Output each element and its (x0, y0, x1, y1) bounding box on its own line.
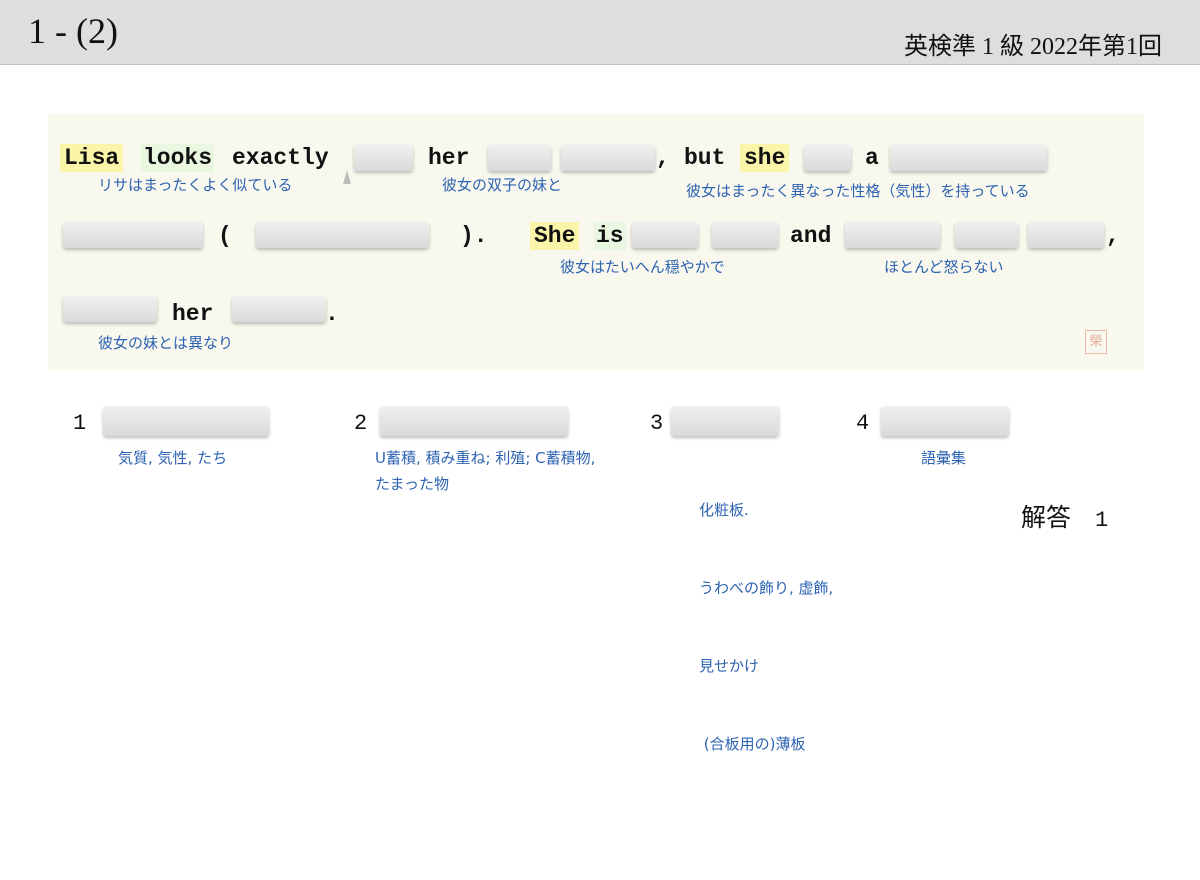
answer-blank[interactable] (232, 296, 326, 322)
answer-blank[interactable] (845, 222, 940, 248)
answer-display: 解答 1 (1021, 498, 1108, 534)
punct-paren-open: ( (218, 223, 232, 249)
option-4-blank[interactable] (881, 406, 1009, 436)
answer-blank[interactable] (63, 296, 157, 322)
word-but: but (684, 145, 726, 171)
gloss-text: 彼女はたいへん穏やかで (560, 258, 725, 276)
gloss-line: 見せかけ (699, 657, 760, 675)
word-her: her (172, 301, 214, 327)
word-looks: looks (141, 144, 215, 172)
punct-period: . (325, 301, 339, 327)
caret-marker (343, 170, 351, 184)
gloss-text: ほとんど怒らない (884, 258, 1004, 276)
gloss-line: U蓄積, 積み重ね; 利殖; C蓄積物, (375, 449, 596, 467)
gloss-line: 語彙集 (921, 449, 967, 467)
option-3-blank[interactable] (671, 406, 779, 436)
answer-blank[interactable] (488, 145, 551, 171)
gloss-line: うわべの飾り, 虚飾, (699, 579, 834, 597)
gloss-line: 気質, 気性, たち (118, 449, 228, 467)
word-her: her (428, 145, 470, 171)
answer-blank[interactable] (890, 145, 1047, 171)
punct-comma: , (656, 145, 670, 171)
option-4-gloss: 語彙集 (921, 445, 966, 471)
word-and: and (790, 223, 832, 249)
word-lisa: Lisa (60, 144, 124, 172)
answer-value: 1 (1095, 508, 1109, 533)
header-bar: 1 - (2) 英検準 1 級 2022年第1回 (0, 0, 1200, 65)
word-is: is (594, 222, 626, 250)
word-exactly: exactly (232, 145, 329, 171)
answer-blank[interactable] (632, 222, 698, 248)
gloss-line: 化粧板. (699, 501, 749, 519)
answer-blank[interactable] (712, 222, 778, 248)
option-number: 4 (856, 411, 870, 436)
punct-comma: , (1106, 223, 1120, 249)
answer-blank[interactable] (256, 222, 429, 248)
punct-paren-close: ). (460, 223, 488, 249)
word-she: She (530, 222, 580, 250)
answer-label: 解答 (1021, 503, 1072, 532)
option-number: 1 (73, 411, 87, 436)
answer-blank[interactable] (804, 145, 851, 171)
gloss-line: (合板用の)薄板 (699, 735, 806, 753)
option-1-blank[interactable] (103, 406, 269, 436)
gloss-text: 彼女の双子の妹と (442, 176, 563, 194)
word-she: she (740, 144, 790, 172)
option-2-blank[interactable] (380, 406, 568, 436)
exam-label: 英検準 1 級 2022年第1回 (904, 34, 1162, 60)
option-number: 3 (650, 411, 664, 436)
word-a: a (865, 145, 879, 171)
answer-blank[interactable] (354, 145, 413, 171)
option-3-gloss: 化粧板. うわべの飾り, 虚飾, 見せかけ (合板用の)薄板 (699, 445, 833, 809)
seal-stamp: 榮 (1085, 330, 1107, 354)
gloss-text: リサはまったくよく似ている (98, 176, 293, 194)
answer-blank[interactable] (955, 222, 1018, 248)
option-number: 2 (354, 411, 368, 436)
option-1-gloss: 気質, 気性, たち (118, 445, 227, 471)
answer-blank[interactable] (561, 145, 655, 171)
answer-blank[interactable] (1028, 222, 1104, 248)
option-2-gloss: U蓄積, 積み重ね; 利殖; C蓄積物, たまった物 (375, 445, 595, 497)
answer-blank[interactable] (63, 222, 203, 248)
gloss-text: 彼女の妹とは異なり (98, 334, 234, 352)
gloss-line: たまった物 (375, 475, 449, 493)
gloss-text: 彼女はまったく異なった性格（気性）を持っている (686, 182, 1030, 200)
passage-panel: Lisa looks exactly her , but she a リサはまっ… (48, 114, 1144, 370)
question-number: 1 - (2) (28, 11, 118, 51)
